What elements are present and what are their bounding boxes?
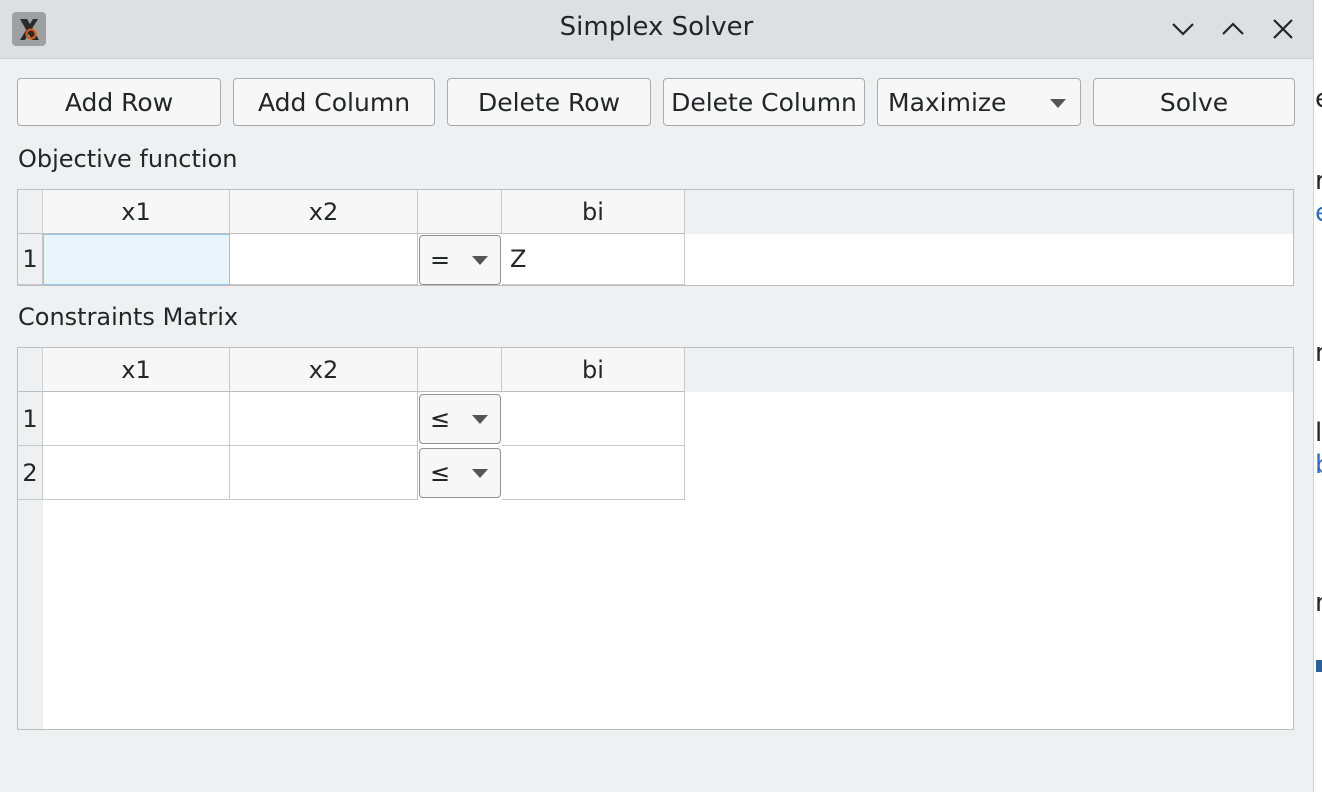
table-corner	[18, 190, 43, 234]
dropdown-arrow-icon	[472, 469, 488, 478]
column-header-x2[interactable]: x2	[230, 190, 418, 234]
constraint-cell-bi[interactable]	[502, 392, 685, 446]
objective-cell-x2[interactable]	[230, 234, 418, 285]
constraints-table: x1 x2 bi 1 ≤ 2 ≤	[17, 347, 1294, 730]
constraint-sign-select[interactable]: ≤	[419, 394, 501, 444]
column-header-sign[interactable]	[418, 348, 502, 392]
constraint-cell-x2[interactable]	[230, 446, 418, 500]
row-header[interactable]: 1	[18, 234, 43, 285]
constraint-cell-bi[interactable]	[502, 446, 685, 500]
header-filler	[685, 190, 1293, 234]
column-header-sign[interactable]	[418, 190, 502, 234]
background-link-fragment: b	[1315, 450, 1322, 480]
dropdown-arrow-icon	[472, 415, 488, 424]
column-header-bi[interactable]: bi	[502, 190, 685, 234]
column-header-x2[interactable]: x2	[230, 348, 418, 392]
column-header-x1[interactable]: x1	[43, 190, 230, 234]
objective-table: x1 x2 bi 1 = Z	[17, 189, 1294, 286]
row-header[interactable]: 2	[18, 446, 43, 500]
background-window: e r e n l b n	[1313, 0, 1322, 792]
row-header-filler	[18, 500, 43, 729]
objective-sign-value: =	[430, 246, 451, 274]
column-header-x1[interactable]: x1	[43, 348, 230, 392]
chevron-down-icon[interactable]	[1165, 12, 1201, 46]
delete-column-button[interactable]: Delete Column	[663, 78, 865, 126]
objective-sign-select[interactable]: =	[419, 235, 501, 285]
delete-row-button[interactable]: Delete Row	[447, 78, 651, 126]
title-bar: Simplex Solver	[0, 0, 1313, 59]
background-bar	[1316, 660, 1322, 672]
optimization-mode-value: Maximize	[888, 87, 1007, 117]
background-text-fragment: l	[1315, 418, 1322, 448]
row-header[interactable]: 1	[18, 392, 43, 446]
column-header-bi[interactable]: bi	[502, 348, 685, 392]
constraint-sign-select[interactable]: ≤	[419, 448, 501, 498]
constraints-matrix-label: Constraints Matrix	[18, 303, 239, 331]
constraint-sign-value: ≤	[430, 405, 451, 433]
objective-cell-x1[interactable]	[43, 234, 230, 285]
dropdown-arrow-icon	[472, 256, 488, 265]
add-row-button[interactable]: Add Row	[17, 78, 221, 126]
table-corner	[18, 348, 43, 392]
solve-button[interactable]: Solve	[1093, 78, 1295, 126]
window-title: Simplex Solver	[559, 12, 754, 42]
objective-cell-bi[interactable]: Z	[502, 234, 685, 285]
constraint-cell-x1[interactable]	[43, 446, 230, 500]
chevron-up-icon[interactable]	[1215, 12, 1251, 46]
constraint-sign-value: ≤	[430, 459, 451, 487]
constraint-cell-x1[interactable]	[43, 392, 230, 446]
background-text-fragment: n	[1315, 588, 1322, 618]
simplex-solver-window: Simplex Solver Add Row Add Column Delete…	[0, 0, 1313, 792]
header-filler	[685, 348, 1293, 392]
constraint-cell-x2[interactable]	[230, 392, 418, 446]
close-icon[interactable]	[1265, 12, 1301, 46]
background-text-fragment: e	[1315, 84, 1322, 114]
objective-function-label: Objective function	[18, 145, 238, 173]
background-text-fragment: n	[1315, 338, 1322, 368]
dropdown-arrow-icon	[1050, 99, 1066, 108]
background-text-fragment: r	[1315, 166, 1322, 196]
optimization-mode-select[interactable]: Maximize	[877, 78, 1081, 126]
add-column-button[interactable]: Add Column	[233, 78, 435, 126]
background-link-fragment: e	[1315, 198, 1322, 228]
